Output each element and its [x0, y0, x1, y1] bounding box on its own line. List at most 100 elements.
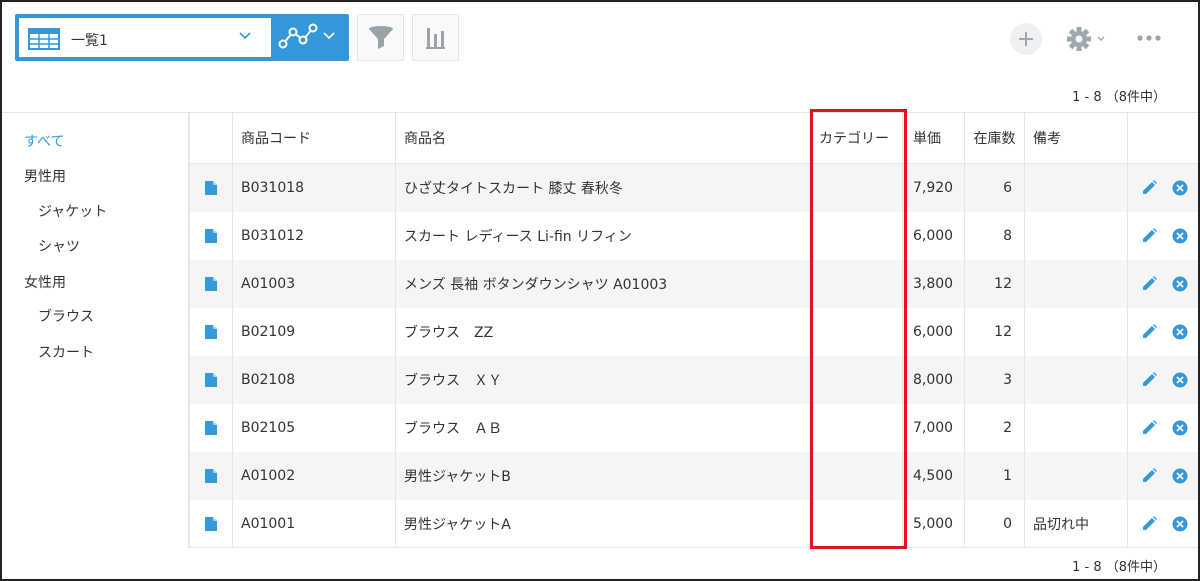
edit-pencil-icon[interactable] [1140, 275, 1158, 293]
header-icon-col [190, 113, 232, 163]
plus-icon [1019, 32, 1033, 46]
edit-pencil-icon[interactable] [1140, 227, 1158, 245]
cell-price: 5,000 [902, 500, 964, 548]
stats-button[interactable] [412, 14, 459, 61]
edit-pencil-icon[interactable] [1140, 419, 1158, 437]
cell-price: 7,000 [902, 404, 964, 452]
delete-circle-icon[interactable] [1172, 516, 1188, 532]
delete-circle-icon[interactable] [1172, 228, 1188, 244]
record-detail-cell[interactable] [190, 212, 232, 260]
sidebar-item-skirt[interactable]: スカート [38, 342, 94, 362]
cell-code: A01003 [232, 260, 395, 308]
table-row: A01002 男性ジャケットB 4,500 1 [190, 452, 1198, 500]
cell-category [810, 452, 902, 500]
edit-pencil-icon[interactable] [1140, 371, 1158, 389]
sidebar-item-blouse[interactable]: ブラウス [38, 306, 94, 326]
table-header: 商品コード 商品名 カテゴリー 単価 在庫数 備考 [190, 113, 1198, 164]
cell-note [1024, 164, 1127, 212]
cell-name: 男性ジャケットB [395, 452, 810, 500]
document-icon [205, 373, 217, 387]
record-detail-cell[interactable] [190, 404, 232, 452]
edit-pencil-icon[interactable] [1140, 467, 1158, 485]
cell-category [810, 212, 902, 260]
table-row: B031018 ひざ丈タイトスカート 膝丈 春秋冬 7,920 6 [190, 164, 1198, 212]
pager-top: 1 - 8 （8件中） [1072, 90, 1166, 105]
sidebar-item-shirt[interactable]: シャツ [38, 236, 80, 256]
delete-circle-icon[interactable] [1172, 180, 1188, 196]
table-row: B031012 スカート レディース Li-fin リフィン 6,000 8 [190, 212, 1198, 260]
record-detail-cell[interactable] [190, 260, 232, 308]
record-detail-cell[interactable] [190, 308, 232, 356]
chevron-down-icon [239, 32, 251, 40]
table-row: A01001 男性ジャケットA 5,000 0 品切れ中 [190, 500, 1198, 548]
more-options-button[interactable] [1135, 30, 1165, 46]
delete-circle-icon[interactable] [1172, 372, 1188, 388]
cell-price: 3,800 [902, 260, 964, 308]
cell-category [810, 404, 902, 452]
cell-code: B02108 [232, 356, 395, 404]
cell-note: 品切れ中 [1024, 500, 1127, 548]
cell-code: B031012 [232, 212, 395, 260]
row-actions [1127, 164, 1198, 212]
cell-stock: 1 [964, 452, 1024, 500]
filter-button[interactable] [357, 14, 404, 61]
edit-pencil-icon[interactable] [1140, 323, 1158, 341]
cell-note [1024, 404, 1127, 452]
cell-stock: 0 [964, 500, 1024, 548]
header-action-col [1127, 113, 1198, 163]
document-icon [205, 325, 217, 339]
cell-category [810, 164, 902, 212]
cell-stock: 8 [964, 212, 1024, 260]
record-detail-cell[interactable] [190, 164, 232, 212]
delete-circle-icon[interactable] [1172, 468, 1188, 484]
table-grid-icon [28, 28, 60, 50]
cell-name: ブラウス ＡＢ [395, 404, 810, 452]
column-header-price[interactable]: 単価 [902, 113, 964, 163]
cell-category [810, 500, 902, 548]
sidebar-item-mens[interactable]: 男性用 [24, 166, 66, 186]
column-header-stock[interactable]: 在庫数 [964, 113, 1024, 163]
edit-pencil-icon[interactable] [1140, 515, 1158, 533]
table-row: B02105 ブラウス ＡＢ 7,000 2 [190, 404, 1198, 452]
row-actions [1127, 356, 1198, 404]
cell-stock: 6 [964, 164, 1024, 212]
cell-name: ひざ丈タイトスカート 膝丈 春秋冬 [395, 164, 810, 212]
document-icon [205, 229, 217, 243]
cell-note [1024, 308, 1127, 356]
cell-code: A01002 [232, 452, 395, 500]
column-header-note[interactable]: 備考 [1024, 113, 1127, 163]
sidebar-item-jacket[interactable]: ジャケット [38, 201, 107, 221]
cell-category [810, 308, 902, 356]
record-detail-cell[interactable] [190, 500, 232, 548]
cell-price: 6,000 [902, 212, 964, 260]
column-header-name[interactable]: 商品名 [395, 113, 810, 163]
table-row: B02109 ブラウス ZZ 6,000 12 [190, 308, 1198, 356]
document-icon [205, 517, 217, 531]
document-icon [205, 469, 217, 483]
sidebar-item-all[interactable]: すべて [24, 131, 64, 151]
record-detail-cell[interactable] [190, 356, 232, 404]
graph-chevron-down-icon[interactable] [321, 28, 337, 44]
sidebar-item-womens[interactable]: 女性用 [24, 272, 66, 292]
add-record-button[interactable] [1010, 23, 1042, 55]
cell-note [1024, 356, 1127, 404]
delete-circle-icon[interactable] [1172, 324, 1188, 340]
delete-circle-icon[interactable] [1172, 276, 1188, 292]
cell-price: 6,000 [902, 308, 964, 356]
graph-line-icon[interactable] [277, 20, 321, 54]
cell-name: 男性ジャケットA [395, 500, 810, 548]
cell-price: 4,500 [902, 452, 964, 500]
column-header-code[interactable]: 商品コード [232, 113, 395, 163]
view-dropdown[interactable]: 一覧1 [18, 17, 272, 58]
cell-stock: 12 [964, 308, 1024, 356]
cell-code: A01001 [232, 500, 395, 548]
delete-circle-icon[interactable] [1172, 420, 1188, 436]
document-icon [205, 421, 217, 435]
filter-funnel-icon [369, 26, 393, 49]
column-header-category[interactable]: カテゴリー [810, 113, 902, 163]
edit-pencil-icon[interactable] [1140, 179, 1158, 197]
view-selector: 一覧1 [15, 14, 349, 61]
record-detail-cell[interactable] [190, 452, 232, 500]
cell-name: メンズ 長袖 ボタンダウンシャツ A01003 [395, 260, 810, 308]
settings-button[interactable] [1066, 25, 1108, 53]
